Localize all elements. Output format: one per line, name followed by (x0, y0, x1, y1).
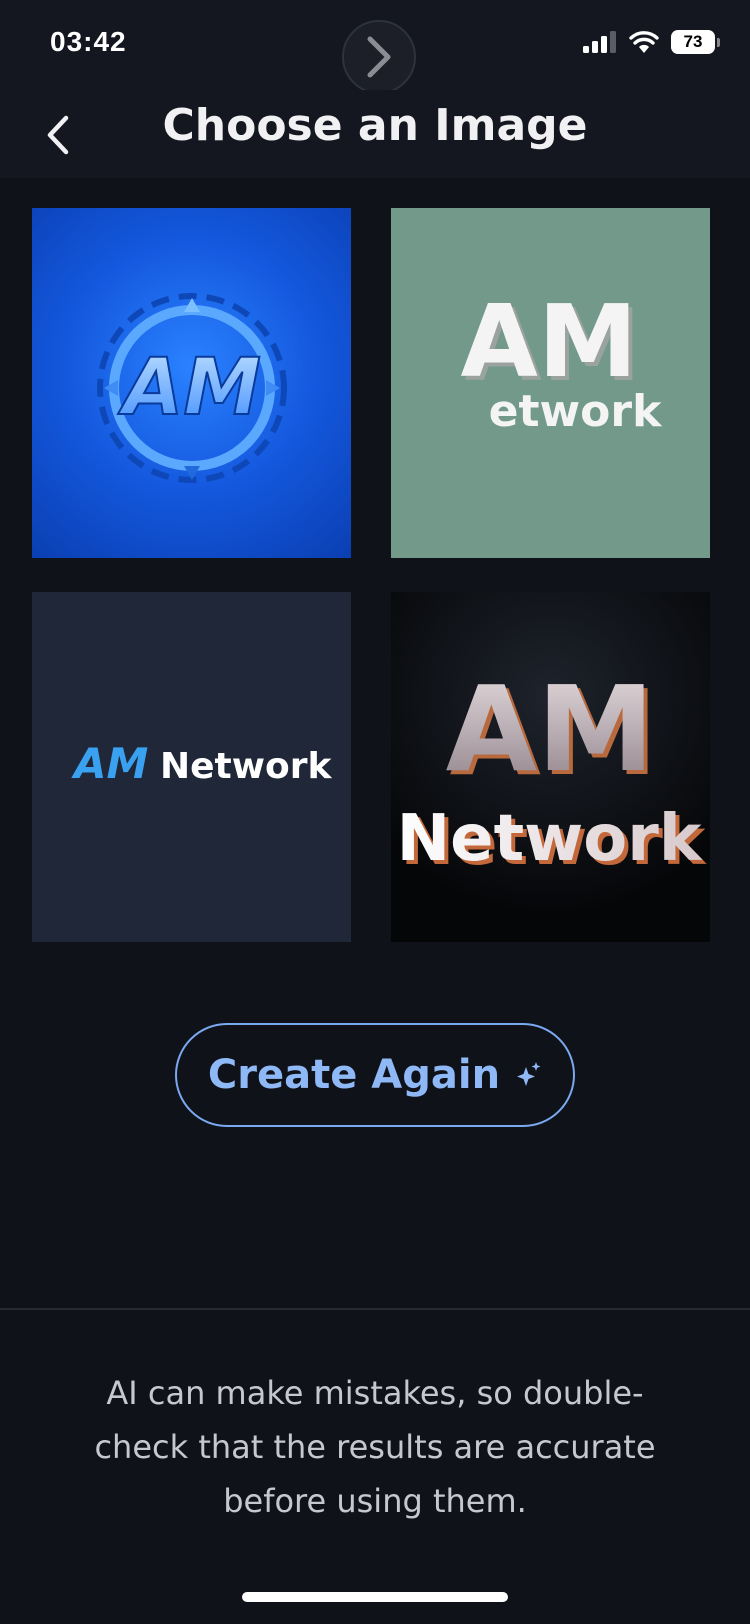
image-3-label: AM (71, 739, 148, 788)
image-1-artwork: AM (97, 293, 287, 483)
image-option-4[interactable]: AM AM Network Network (391, 592, 710, 942)
image-4-label: AM (446, 660, 655, 798)
image-3-artwork: AM Network (71, 739, 332, 788)
home-indicator[interactable] (242, 1592, 508, 1602)
ai-disclaimer: AI can make mistakes, so double-check th… (94, 1374, 656, 1520)
chevron-right-icon (367, 36, 391, 78)
image-4-label-2: Network (397, 802, 703, 876)
status-time: 03:42 (50, 26, 127, 57)
image-2-label: AM (461, 283, 638, 400)
status-icons: 73 (583, 30, 720, 54)
page-title: Choose an Image (162, 100, 588, 151)
image-4-artwork: AM AM Network Network (397, 660, 707, 880)
image-1-label: AM (117, 343, 261, 433)
image-2-artwork: AM AM etwork (461, 283, 664, 437)
sparkle-icon (517, 1062, 541, 1086)
status-bar: 03:42 73 (0, 0, 750, 94)
battery-tip (717, 37, 720, 47)
create-again-button[interactable]: Create Again (175, 1023, 575, 1127)
image-option-2[interactable]: AM AM etwork (391, 208, 710, 558)
image-2-label-2: etwork (489, 386, 663, 437)
header: Choose an Image (0, 90, 750, 178)
divider (0, 1308, 750, 1310)
image-option-1[interactable]: AM (32, 208, 351, 558)
image-3-label-2: Network (160, 746, 332, 787)
create-again-label: Create Again (207, 1052, 501, 1098)
wifi-icon (629, 31, 659, 53)
cellular-signal-icon (583, 31, 616, 53)
image-option-3[interactable]: AM Network (32, 592, 351, 942)
battery-icon: 73 (671, 30, 715, 54)
forward-overlay-button[interactable] (342, 20, 416, 94)
